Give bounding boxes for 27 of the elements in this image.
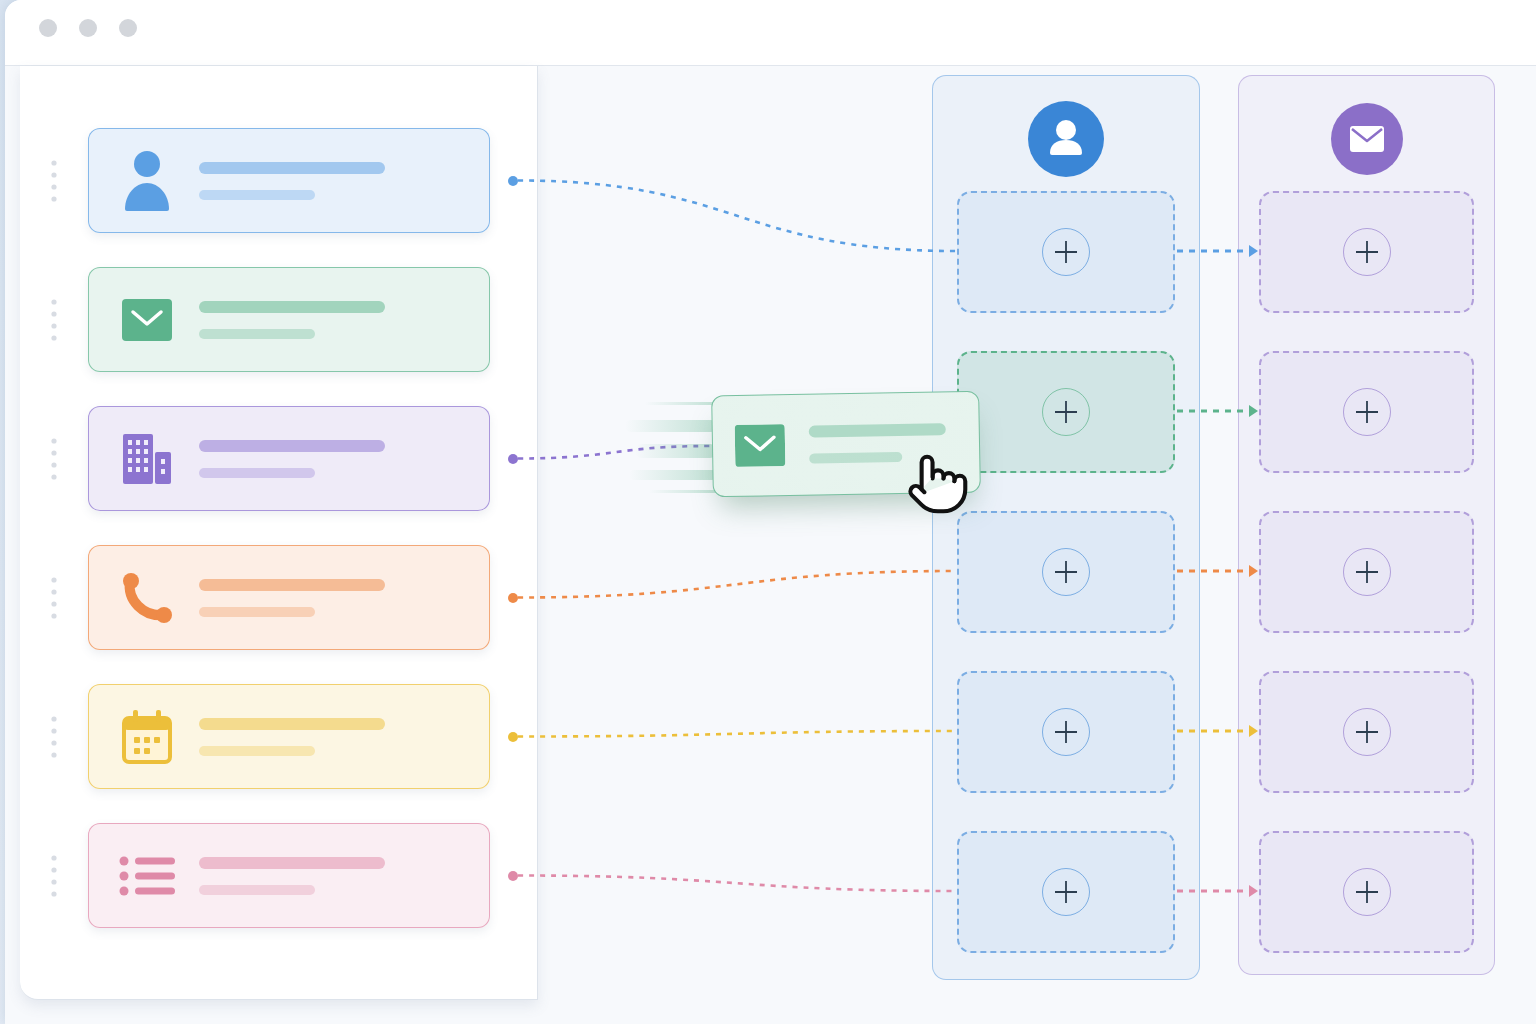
plus-icon [1355,561,1378,583]
source-card[interactable] [88,684,490,789]
plus-icon [1355,241,1378,263]
drag-handle-icon[interactable] [51,715,57,758]
source-card[interactable] [88,406,490,511]
plus-icon [1055,401,1077,423]
drag-handle-icon[interactable] [51,159,57,202]
window-control-icon[interactable] [39,19,57,37]
source-card[interactable] [88,128,490,233]
window-control-icon[interactable] [119,19,137,37]
plus-icon [1055,561,1077,583]
source-card[interactable] [88,823,490,928]
hand-cursor-icon [908,454,968,514]
source-card[interactable] [88,545,490,650]
drag-handle-icon[interactable] [51,576,57,619]
plus-icon [1355,881,1378,903]
plus-icon [1355,401,1378,423]
plus-icon [1055,241,1077,263]
plus-icon [1055,721,1077,743]
window-control-icon[interactable] [79,19,97,37]
drag-handle-icon[interactable] [51,298,57,341]
drag-handle-icon[interactable] [51,854,57,897]
source-card[interactable] [88,267,490,372]
plus-icon [1355,721,1378,743]
plus-icon [1055,881,1077,903]
drag-handle-icon[interactable] [51,437,57,480]
dragged-card[interactable] [711,390,981,498]
